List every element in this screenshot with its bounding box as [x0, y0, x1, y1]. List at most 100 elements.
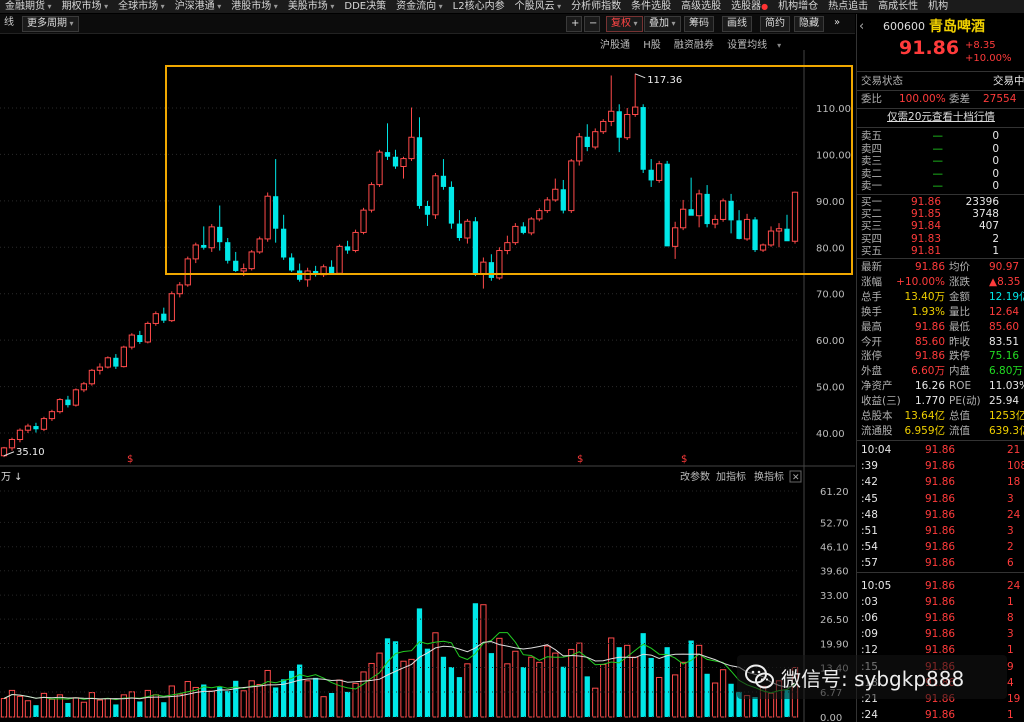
price-block: 91.86 +8.35 +10.00%: [857, 39, 1024, 66]
draw-line-button[interactable]: 画线: [722, 16, 752, 32]
menu-item-9[interactable]: 个股风云: [510, 0, 567, 13]
volume-bar: [168, 685, 175, 718]
volume-indicator-button[interactable]: 改参数: [680, 470, 710, 483]
volume-bar: [408, 658, 415, 718]
candle-body: [304, 270, 311, 281]
menu-item-12[interactable]: 高级选股: [676, 0, 726, 13]
ask-row: 卖三 —0: [861, 155, 999, 168]
candle-body: [440, 175, 447, 187]
volume-indicator-button[interactable]: 换指标: [754, 470, 784, 483]
bid-row: 买三 91.84 407: [861, 220, 999, 233]
menu-item-10[interactable]: 分析师指数: [566, 0, 626, 13]
candle-body: [192, 244, 199, 260]
volume-bar: [664, 647, 670, 717]
candle-body: [208, 226, 215, 249]
volume-bar: [16, 695, 24, 718]
candle-body: [144, 322, 151, 343]
candle-body: [488, 262, 495, 278]
volume-bar: [72, 697, 80, 718]
volume-bar: [432, 632, 439, 718]
volume-bar: [464, 663, 471, 718]
menu-item-7[interactable]: 资金流向: [391, 0, 448, 13]
menu-item-16[interactable]: 高成长性: [873, 0, 923, 13]
stat-row: 流通股6.959亿流值639.3亿: [861, 424, 1024, 437]
candle-body: [376, 151, 383, 186]
volume-bar: [24, 700, 32, 718]
candle-body: [72, 389, 80, 406]
menu-item-17[interactable]: 机构: [923, 0, 953, 13]
overlay-button[interactable]: 叠加: [644, 16, 681, 32]
volume-bar: [312, 677, 319, 717]
menu-item-1[interactable]: 期权市场: [57, 0, 114, 13]
ask-row: 卖一 —0: [861, 180, 999, 193]
candle-body: [552, 188, 559, 201]
volume-bar: [384, 638, 391, 717]
candle-body: [767, 230, 775, 246]
candle-body: [616, 111, 622, 138]
candle-body: [544, 199, 551, 212]
menu-item-13[interactable]: 选股器: [726, 0, 773, 13]
menu-item-11[interactable]: 条件选股: [626, 0, 676, 13]
stat-row: 外盘 6.60万 内盘 6.80万: [861, 365, 1023, 378]
candle-body: [96, 366, 104, 371]
hide-button[interactable]: 隐藏: [794, 16, 824, 32]
dividend-marker: $: [127, 454, 133, 465]
menu-item-15[interactable]: 热点追击: [823, 0, 873, 13]
tick-row: 10:04 91.86 21: [861, 444, 1021, 456]
menu-item-4[interactable]: 港股市场: [226, 0, 283, 13]
volume-bar: [656, 676, 663, 718]
top-menu-bar: 金融期货期权市场全球市场沪深港通港股市场美股市场DDE决策资金流向L2核心内参个…: [0, 0, 1024, 13]
candle-body: [719, 200, 727, 220]
quote-panel: ‹ 600600 青岛啤酒 91.86 +8.35 +10.00% 交易状态 交…: [856, 14, 1024, 722]
volume-bar: [536, 661, 543, 718]
candle-body: [56, 399, 64, 413]
volume-bar: [184, 681, 191, 718]
close-icon[interactable]: ✕: [792, 473, 800, 483]
kline-chart[interactable]: 110.00 100.00 90.00 80.00 70.00 60.00 50.00 40.…: [0, 50, 855, 722]
menu-item-8[interactable]: L2核心内参: [448, 0, 510, 13]
back-chevron-icon[interactable]: ‹: [859, 18, 864, 36]
level2-promo-link[interactable]: 仅需20元查看十档行情: [857, 111, 1024, 124]
candle-body: [137, 335, 143, 342]
volume-indicator-button[interactable]: 加指标: [716, 470, 746, 483]
volume-bar: [608, 637, 615, 718]
candle-body: [416, 137, 423, 206]
volume-bar: [752, 697, 758, 717]
simple-mode-button[interactable]: 简约: [760, 16, 790, 32]
menu-item-5[interactable]: 美股市场: [283, 0, 340, 13]
volume-bar: [88, 692, 96, 718]
fuquan-button[interactable]: 复权: [606, 16, 643, 32]
period-label[interactable]: 线: [0, 16, 18, 32]
menu-item-3[interactable]: 沪深港通: [170, 0, 227, 13]
candle-body: [648, 169, 654, 181]
volume-bar: [264, 669, 271, 718]
stat-row: 净资产16.26ROE11.03%: [861, 380, 1024, 393]
menu-item-0[interactable]: 金融期货: [0, 0, 57, 13]
zoom-out-button[interactable]: −: [584, 16, 600, 32]
chip-button[interactable]: 筹码: [684, 16, 714, 32]
candle-body: [368, 184, 375, 211]
menu-item-2[interactable]: 全球市场: [113, 0, 170, 13]
volume-bar: [80, 701, 88, 718]
volume-bar: [256, 683, 263, 718]
more-period-button[interactable]: 更多周期: [22, 16, 79, 32]
expand-icon[interactable]: »: [830, 16, 844, 32]
menu-item-6[interactable]: DDE决策: [339, 0, 391, 13]
candle-body: [233, 260, 239, 271]
volume-bar: [592, 687, 599, 718]
candle-body: [88, 369, 96, 385]
candle-body: [408, 136, 415, 160]
volume-bar: [424, 648, 431, 717]
y-tick-label: 70.00: [816, 290, 845, 301]
candle-body: [281, 228, 287, 258]
volume-bar: [368, 662, 375, 718]
candle-body: [352, 231, 359, 252]
zoom-in-button[interactable]: +: [566, 16, 582, 32]
volume-bar: [33, 705, 39, 717]
candle-body: [536, 210, 543, 220]
volume-bar: [96, 699, 104, 718]
stat-row: 今开 85.60 昨收 83.51: [861, 335, 1020, 348]
candle-body: [512, 225, 519, 244]
ask-row: 卖二 —0: [861, 167, 999, 180]
menu-item-14[interactable]: 机构增仓: [773, 0, 823, 13]
